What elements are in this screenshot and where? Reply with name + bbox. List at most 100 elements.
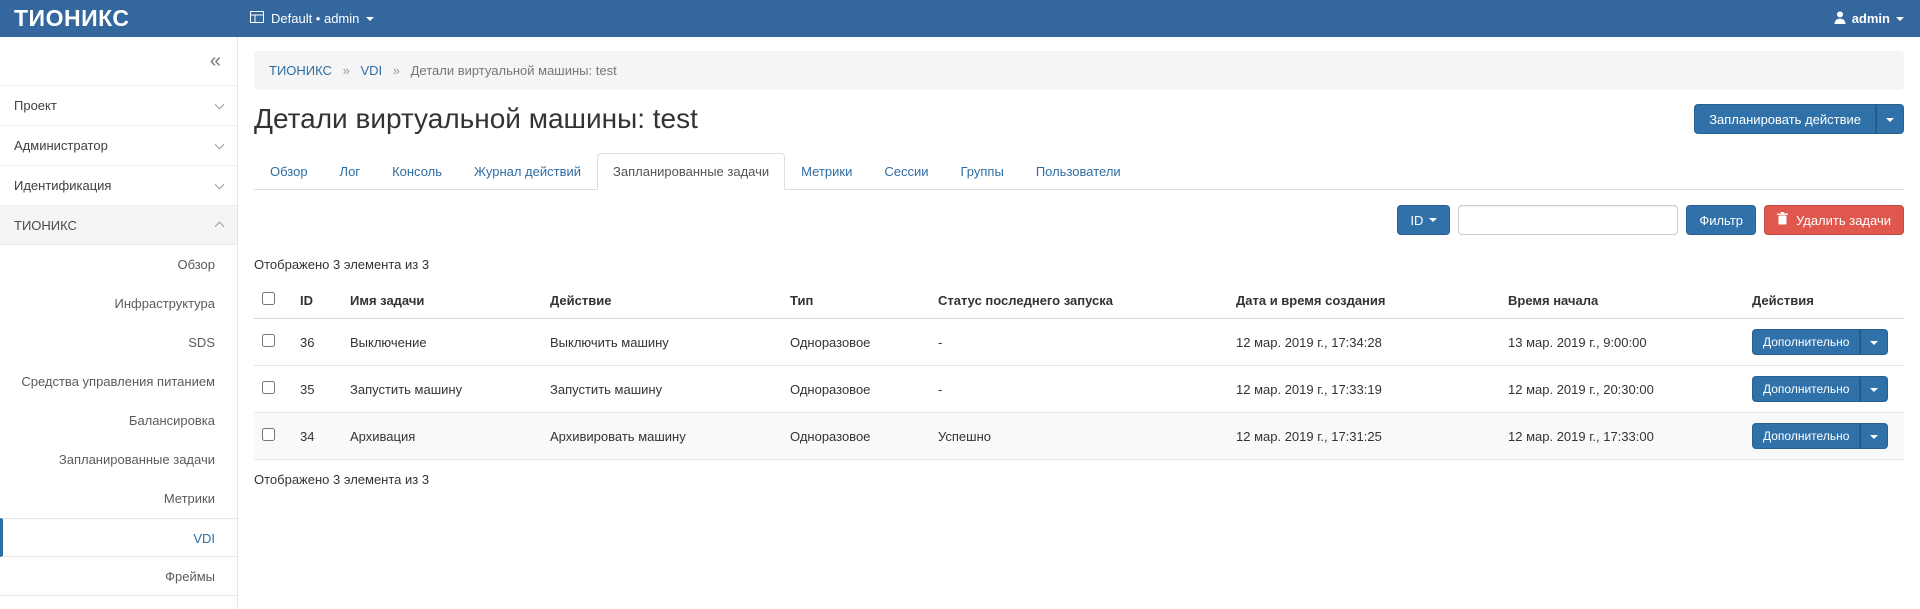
chevron-down-icon xyxy=(215,139,225,149)
schedule-action-group: Запланировать действие xyxy=(1694,104,1904,134)
delete-tasks-label: Удалить задачи xyxy=(1796,213,1891,228)
filter-button[interactable]: Фильтр xyxy=(1686,205,1756,235)
trash-icon xyxy=(1777,212,1788,228)
sidebar-tionix-submenu: Обзор Инфраструктура SDS Средства управл… xyxy=(0,245,237,596)
filter-row: ID Фильтр Удалить задачи xyxy=(254,205,1904,235)
sidebar-item-balancing[interactable]: Балансировка xyxy=(0,401,237,440)
table-header-row: ID Имя задачи Действие Тип Статус послед… xyxy=(254,282,1904,319)
sidebar-item-metrics[interactable]: Метрики xyxy=(0,479,237,518)
column-header-last-run-status: Статус последнего запуска xyxy=(930,282,1228,319)
caret-down-icon xyxy=(1896,17,1904,21)
caret-down-icon xyxy=(1870,435,1878,439)
cell-select xyxy=(254,413,292,460)
cell-id: 36 xyxy=(292,319,342,366)
column-header-action: Действие xyxy=(542,282,782,319)
schedule-action-caret-button[interactable] xyxy=(1876,104,1904,134)
sidebar-item-identity[interactable]: Идентификация xyxy=(0,165,237,205)
table-row: 34 Архивация Архивировать машину Однораз… xyxy=(254,413,1904,460)
sidebar-item-infrastructure[interactable]: Инфраструктура xyxy=(0,284,237,323)
row-more-caret-button[interactable] xyxy=(1860,376,1888,402)
sidebar-item-frames[interactable]: Фреймы xyxy=(0,557,237,596)
tab-overview[interactable]: Обзор xyxy=(254,153,324,190)
row-more-button[interactable]: Дополнительно xyxy=(1752,376,1860,402)
cell-type: Одноразовое xyxy=(782,366,930,413)
schedule-action-button[interactable]: Запланировать действие xyxy=(1694,104,1876,134)
header-select-all xyxy=(254,282,292,319)
tab-log[interactable]: Лог xyxy=(324,153,377,190)
tab-metrics[interactable]: Метрики xyxy=(785,153,868,190)
sidebar-item-overview[interactable]: Обзор xyxy=(0,245,237,284)
sidebar-collapse-row: « xyxy=(0,37,237,85)
user-icon xyxy=(1834,11,1846,27)
cell-last-run-status: Успешно xyxy=(930,413,1228,460)
row-more-button[interactable]: Дополнительно xyxy=(1752,423,1860,449)
filter-input[interactable] xyxy=(1458,205,1678,235)
sidebar-collapse-button[interactable]: « xyxy=(210,51,221,71)
table-summary-top: Отображено 3 элемента из 3 xyxy=(254,257,1904,272)
cell-type: Одноразовое xyxy=(782,319,930,366)
cell-actions: Дополнительно xyxy=(1744,366,1904,413)
sidebar-item-vdi[interactable]: VDI xyxy=(0,518,237,557)
column-header-start-time: Время начала xyxy=(1500,282,1744,319)
select-all-checkbox[interactable] xyxy=(262,292,275,305)
row-checkbox[interactable] xyxy=(262,381,275,394)
row-more-caret-button[interactable] xyxy=(1860,423,1888,449)
column-header-type: Тип xyxy=(782,282,930,319)
column-header-actions: Действия xyxy=(1744,282,1904,319)
column-header-task-name: Имя задачи xyxy=(342,282,542,319)
cell-created: 12 мар. 2019 г., 17:31:25 xyxy=(1228,413,1500,460)
sidebar: « Проект Администратор Идентификация ТИО… xyxy=(0,37,238,609)
context-switcher[interactable]: Default • admin xyxy=(238,0,386,37)
caret-down-icon xyxy=(1870,341,1878,345)
sidebar-item-power-management[interactable]: Средства управления питанием xyxy=(0,362,237,401)
cell-action: Архивировать машину xyxy=(542,413,782,460)
cell-action: Выключить машину xyxy=(542,319,782,366)
breadcrumb-link-tionix[interactable]: ТИОНИКС xyxy=(269,63,332,78)
sidebar-item-scheduled-tasks[interactable]: Запланированные задачи xyxy=(0,440,237,479)
cell-select xyxy=(254,319,292,366)
sidebar-item-tionix[interactable]: ТИОНИКС xyxy=(0,205,237,245)
table-row: 35 Запустить машину Запустить машину Одн… xyxy=(254,366,1904,413)
chevron-down-icon xyxy=(215,99,225,109)
tab-users[interactable]: Пользователи xyxy=(1020,153,1137,190)
tab-sessions[interactable]: Сессии xyxy=(868,153,944,190)
breadcrumb: ТИОНИКС » VDI » Детали виртуальной машин… xyxy=(254,51,1904,90)
breadcrumb-link-vdi[interactable]: VDI xyxy=(360,63,382,78)
cell-created: 12 мар. 2019 г., 17:33:19 xyxy=(1228,366,1500,413)
row-more-button[interactable]: Дополнительно xyxy=(1752,329,1860,355)
topbar: ТИОНИКС Default • admin admin xyxy=(0,0,1920,37)
cell-task-name: Архивация xyxy=(342,413,542,460)
cell-select xyxy=(254,366,292,413)
row-more-caret-button[interactable] xyxy=(1860,329,1888,355)
breadcrumb-current: Детали виртуальной машины: test xyxy=(411,63,617,78)
context-label: Default • admin xyxy=(271,11,359,26)
title-row: Детали виртуальной машины: test Запланир… xyxy=(254,103,1904,135)
tab-console[interactable]: Консоль xyxy=(376,153,458,190)
delete-tasks-button[interactable]: Удалить задачи xyxy=(1764,205,1904,235)
brand-logo[interactable]: ТИОНИКС xyxy=(0,0,238,37)
cell-start-time: 12 мар. 2019 г., 20:30:00 xyxy=(1500,366,1744,413)
tab-groups[interactable]: Группы xyxy=(944,153,1019,190)
column-header-id: ID xyxy=(292,282,342,319)
page-title: Детали виртуальной машины: test xyxy=(254,103,698,135)
cell-task-name: Выключение xyxy=(342,319,542,366)
row-checkbox[interactable] xyxy=(262,334,275,347)
caret-down-icon xyxy=(1429,218,1437,222)
column-header-created: Дата и время создания xyxy=(1228,282,1500,319)
tabs: Обзор Лог Консоль Журнал действий Заплан… xyxy=(254,153,1904,190)
tab-scheduled-tasks[interactable]: Запланированные задачи xyxy=(597,153,785,190)
sidebar-item-admin[interactable]: Администратор xyxy=(0,125,237,165)
sidebar-item-project[interactable]: Проект xyxy=(0,85,237,125)
caret-down-icon xyxy=(1886,118,1894,122)
cell-start-time: 12 мар. 2019 г., 17:33:00 xyxy=(1500,413,1744,460)
user-menu[interactable]: admin xyxy=(1818,0,1920,37)
sidebar-item-label: Администратор xyxy=(14,126,108,165)
row-checkbox[interactable] xyxy=(262,428,275,441)
cell-task-name: Запустить машину xyxy=(342,366,542,413)
sidebar-item-sds[interactable]: SDS xyxy=(0,323,237,362)
filter-field-dropdown[interactable]: ID xyxy=(1397,205,1450,235)
tab-action-log[interactable]: Журнал действий xyxy=(458,153,597,190)
cell-id: 34 xyxy=(292,413,342,460)
grid-icon xyxy=(250,11,264,26)
cell-created: 12 мар. 2019 г., 17:34:28 xyxy=(1228,319,1500,366)
